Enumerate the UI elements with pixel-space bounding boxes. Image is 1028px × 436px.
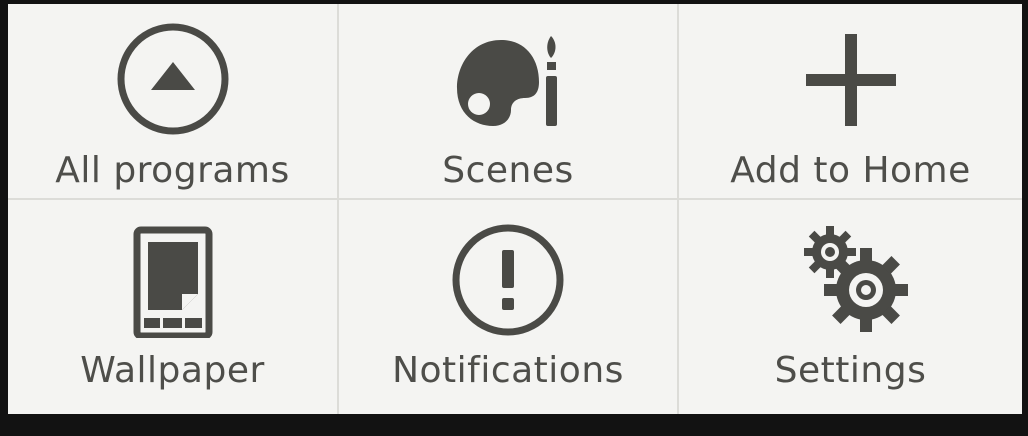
menu-item-add-to-home[interactable]: Add to Home <box>679 4 1022 200</box>
palette-icon <box>443 22 573 142</box>
exclamation-circle-icon <box>443 218 573 338</box>
phone-screen: All programs Scenes Add to Home Wallpape… <box>0 0 1028 436</box>
up-arrow-circle-icon <box>108 22 238 142</box>
menu-item-label: Wallpaper <box>80 350 265 391</box>
menu-item-scenes[interactable]: Scenes <box>339 4 679 200</box>
menu-item-label: Add to Home <box>730 150 971 191</box>
gears-icon <box>786 218 916 338</box>
menu-item-notifications[interactable]: Notifications <box>339 200 679 414</box>
menu-item-label: Settings <box>774 350 927 391</box>
options-menu: All programs Scenes Add to Home Wallpape… <box>8 4 1022 414</box>
menu-item-settings[interactable]: Settings <box>679 200 1022 414</box>
menu-item-wallpaper[interactable]: Wallpaper <box>8 200 339 414</box>
menu-item-label: Scenes <box>442 150 574 191</box>
menu-item-label: All programs <box>55 150 290 191</box>
plus-icon <box>786 22 916 142</box>
wallpaper-icon <box>108 218 238 338</box>
menu-item-all-programs[interactable]: All programs <box>8 4 339 200</box>
menu-item-label: Notifications <box>392 350 624 391</box>
